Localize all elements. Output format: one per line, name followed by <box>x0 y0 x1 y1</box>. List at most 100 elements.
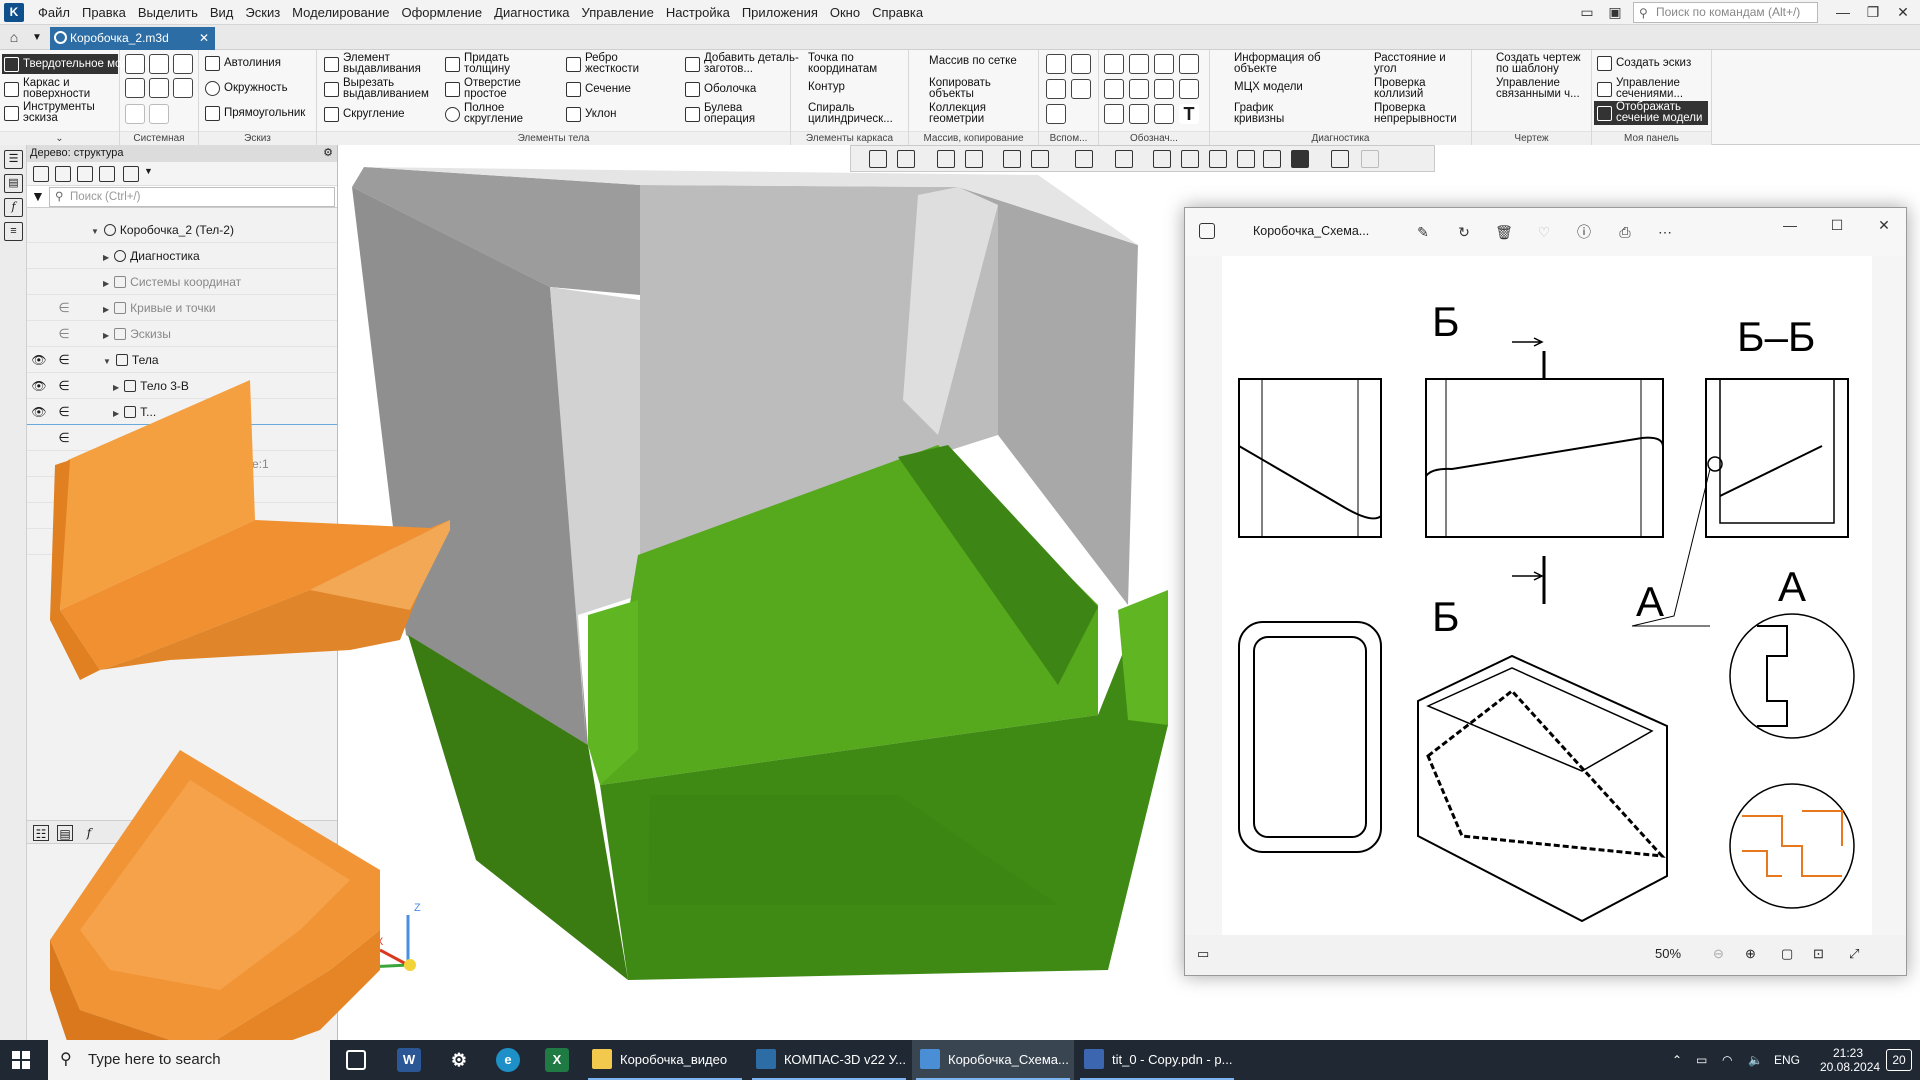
home-icon[interactable]: ⌂ <box>4 28 24 47</box>
add-blank-button[interactable]: Добавить деталь-заготов... <box>685 52 802 75</box>
thicken-button[interactable]: Придать толщину <box>445 52 528 75</box>
tree-row-root[interactable]: ▼ Коробочка_2 (Тел-2) <box>27 217 337 243</box>
delete-icon[interactable]: 🗑 <box>1495 223 1513 241</box>
text-icon[interactable]: T <box>1179 104 1199 124</box>
close-button[interactable]: ✕ <box>1884 0 1920 25</box>
kompas-logo-icon[interactable]: K <box>4 3 24 22</box>
snap-icon[interactable] <box>1331 150 1349 168</box>
base-icon[interactable] <box>1179 79 1199 99</box>
linear-dim-icon[interactable] <box>1104 54 1124 74</box>
simple-hole-button[interactable]: Отверстие простое <box>445 77 528 100</box>
hide-icon[interactable] <box>1075 150 1093 168</box>
tree-row-diagnostics[interactable]: ▶ Диагностика <box>27 243 337 269</box>
leader-icon[interactable] <box>1129 79 1149 99</box>
menu-manage[interactable]: Управление <box>576 0 660 25</box>
perspective-icon[interactable] <box>1181 150 1199 168</box>
shading-icon[interactable] <box>1209 150 1227 168</box>
history-view-icon[interactable] <box>77 166 93 182</box>
extrude-button[interactable]: Элемент выдавливания <box>324 52 439 75</box>
boolean-button[interactable]: Булева операция <box>685 102 768 125</box>
info-icon[interactable]: ⓘ <box>1575 223 1593 241</box>
filter-active-icon[interactable] <box>1291 150 1309 168</box>
point-icon[interactable] <box>1046 104 1066 124</box>
eye-icon[interactable]: 👁 <box>31 373 47 399</box>
circle-button[interactable]: Окружность <box>205 81 288 96</box>
include-icon[interactable]: ∈ <box>57 295 71 321</box>
minimize-icon[interactable]: — <box>1781 216 1799 234</box>
mode-solid-modeling[interactable]: Твердотельное моделирование <box>2 54 191 74</box>
edge-icon[interactable]: e <box>496 1048 520 1072</box>
language-indicator[interactable]: ENG <box>1774 1040 1800 1080</box>
tree-search-input[interactable]: ⚲ Поиск (Ctrl+/) <box>49 187 335 207</box>
filter-icon[interactable]: ▼ <box>31 188 45 204</box>
create-sketch-button[interactable]: Создать эскиз <box>1597 56 1691 71</box>
collapse-caret-icon[interactable]: ▶ <box>103 253 109 262</box>
include-icon[interactable]: ∈ <box>57 321 71 347</box>
menu-settings[interactable]: Настройка <box>660 0 736 25</box>
rib-button[interactable]: Ребро жесткости <box>566 52 649 75</box>
tree-row-sketches[interactable]: ∈ ▶ Эскизы <box>27 321 337 347</box>
fullscreen-icon[interactable]: ⤢ <box>1849 946 1859 962</box>
mass-props-button[interactable]: МЦХ модели <box>1234 81 1303 93</box>
linked-drawings-button[interactable]: Управление связанными ч... <box>1496 77 1590 100</box>
mark-icon[interactable] <box>1129 104 1149 124</box>
document-tab[interactable]: Коробочка_2.m3d ✕ <box>50 27 215 50</box>
gear-icon[interactable]: ⚙ <box>323 145 333 162</box>
tray-chevron-icon[interactable]: ⌃ <box>1672 1040 1682 1080</box>
menu-icon[interactable]: ≡ <box>4 222 23 241</box>
mode-sketch-tools[interactable]: Инструменты эскиза <box>4 101 116 124</box>
collision-check-button[interactable]: Проверка коллизий <box>1374 77 1444 100</box>
task-view-icon[interactable] <box>346 1050 366 1070</box>
tolerance-icon[interactable] <box>1104 104 1124 124</box>
full-round-button[interactable]: Полное скругление <box>445 102 528 125</box>
command-search-input[interactable]: ⚲ Поиск по командам (Alt+/) <box>1633 2 1818 23</box>
eye-icon[interactable]: 👁 <box>31 399 47 425</box>
options-view-icon[interactable] <box>123 166 139 182</box>
expand-caret-icon[interactable]: ▼ <box>91 227 99 236</box>
chevron-down-icon[interactable]: ▼ <box>144 166 153 176</box>
tree-tab-icon[interactable]: ☷ <box>33 825 49 841</box>
expand-caret-icon[interactable]: ▼ <box>103 357 111 366</box>
rotate-icon[interactable]: ↻ <box>1455 223 1473 241</box>
filmstrip-icon[interactable]: ▭ <box>1197 946 1209 962</box>
menu-modeling[interactable]: Моделирование <box>286 0 395 25</box>
collapse-caret-icon[interactable]: ▶ <box>103 331 109 340</box>
draft-button[interactable]: Уклон <box>566 107 617 122</box>
axis-icon[interactable] <box>1071 54 1091 74</box>
more-icon[interactable]: ⋯ <box>1656 223 1674 241</box>
notifications-badge[interactable]: 20 <box>1886 1049 1912 1071</box>
menu-formatting[interactable]: Оформление <box>395 0 488 25</box>
shell-button[interactable]: Оболочка <box>685 82 756 97</box>
actual-size-icon[interactable]: ⊡ <box>1813 946 1824 962</box>
edit-icon[interactable]: ✎ <box>1414 223 1432 241</box>
task-paintnet[interactable]: tit_0 - Copy.pdn - p... <box>1076 1040 1238 1080</box>
radial-dim-icon[interactable] <box>1154 54 1174 74</box>
network-icon[interactable]: ▭ <box>1696 1040 1707 1080</box>
new-file-icon[interactable] <box>125 54 145 74</box>
edges-icon[interactable] <box>1237 150 1255 168</box>
menu-edit[interactable]: Правка <box>76 0 132 25</box>
close-tab-icon[interactable]: ✕ <box>199 27 209 50</box>
variables-icon[interactable]: f <box>4 198 23 217</box>
volume-icon[interactable]: 🔈 <box>1748 1040 1763 1080</box>
zoom-icon[interactable] <box>897 150 915 168</box>
coord-system-icon[interactable] <box>1071 79 1091 99</box>
open-file-icon[interactable] <box>149 54 169 74</box>
task-folder[interactable]: Коробочка_видео <box>584 1040 746 1080</box>
menu-file[interactable]: Файл <box>32 0 76 25</box>
windows-start-icon[interactable] <box>12 1051 30 1069</box>
menu-diagnostics[interactable]: Диагностика <box>488 0 575 25</box>
section-button[interactable]: Сечение <box>566 82 631 97</box>
section-view-icon[interactable] <box>1153 150 1171 168</box>
offset-plane-icon[interactable] <box>1046 79 1066 99</box>
roughness-icon[interactable] <box>1154 79 1174 99</box>
menu-sketch[interactable]: Эскиз <box>239 0 286 25</box>
screen-icon[interactable]: ▣ <box>1596 0 1634 25</box>
grid-array-button[interactable]: Массив по сетке <box>929 55 1017 67</box>
close-icon[interactable]: ✕ <box>1875 216 1893 234</box>
autoline-button[interactable]: Автолиния <box>205 56 281 71</box>
task-photos[interactable]: Коробочка_Схема... <box>912 1040 1074 1080</box>
save-icon[interactable] <box>173 54 193 74</box>
point-by-coords-button[interactable]: Точка по координатам <box>808 52 900 75</box>
mode-wireframe[interactable]: Каркас и поверхности <box>4 77 116 100</box>
